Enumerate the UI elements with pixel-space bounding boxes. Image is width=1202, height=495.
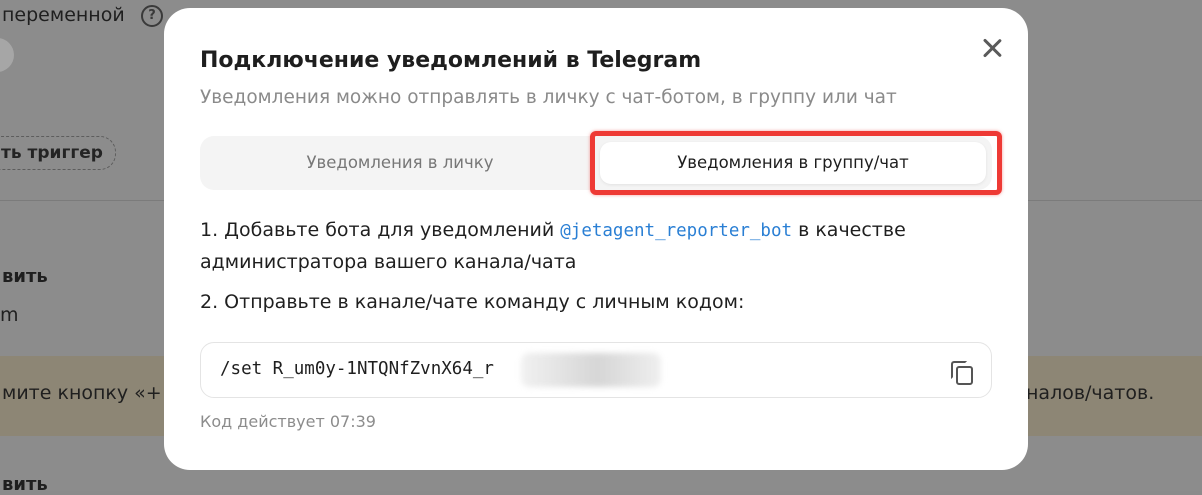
help-icon: ?: [141, 5, 163, 27]
section-label: вить: [2, 266, 48, 287]
step-2-text: 2. Отправьте в канале/чате команду с лич…: [200, 291, 745, 313]
variable-label: переменной: [2, 4, 125, 26]
step-1-prefix: 1. Добавьте бота для уведомлений: [200, 219, 561, 241]
modal-title: Подключение уведомлений в Telegram: [200, 48, 702, 73]
close-icon[interactable]: [980, 36, 1004, 60]
step-1-suffix: в качестве: [792, 219, 906, 241]
banner-text-right: налов/чатов.: [1026, 382, 1155, 404]
step-1-text: 1. Добавьте бота для уведомлений @jetage…: [200, 219, 906, 241]
modal-subtitle: Уведомления можно отправлять в личку с ч…: [200, 87, 897, 108]
tab-personal-notifications[interactable]: Уведомления в личку: [204, 142, 596, 184]
code-timer: Код действует 07:39: [200, 412, 376, 431]
command-code[interactable]: /set R_um0y-1NTQNfZvnX64_r: [220, 359, 494, 379]
add-trigger-button: ть триггер: [0, 136, 116, 170]
banner-text-left: мите кнопку «+ Д: [2, 382, 183, 404]
highlight-annotation: [590, 131, 1002, 195]
telegram-notifications-modal: Подключение уведомлений в Telegram Уведо…: [164, 8, 1028, 470]
copy-icon[interactable]: [949, 359, 973, 385]
step-1-line2: администратора вашего канала/чата: [200, 251, 577, 273]
section-sublabel: m: [0, 304, 19, 326]
section-label: вить: [2, 474, 48, 495]
toggle-switch: [0, 38, 14, 72]
code-field[interactable]: /set R_um0y-1NTQNfZvnX64_r: [200, 342, 992, 398]
bot-username-link[interactable]: @jetagent_reporter_bot: [560, 221, 792, 241]
code-redaction: [521, 353, 661, 387]
